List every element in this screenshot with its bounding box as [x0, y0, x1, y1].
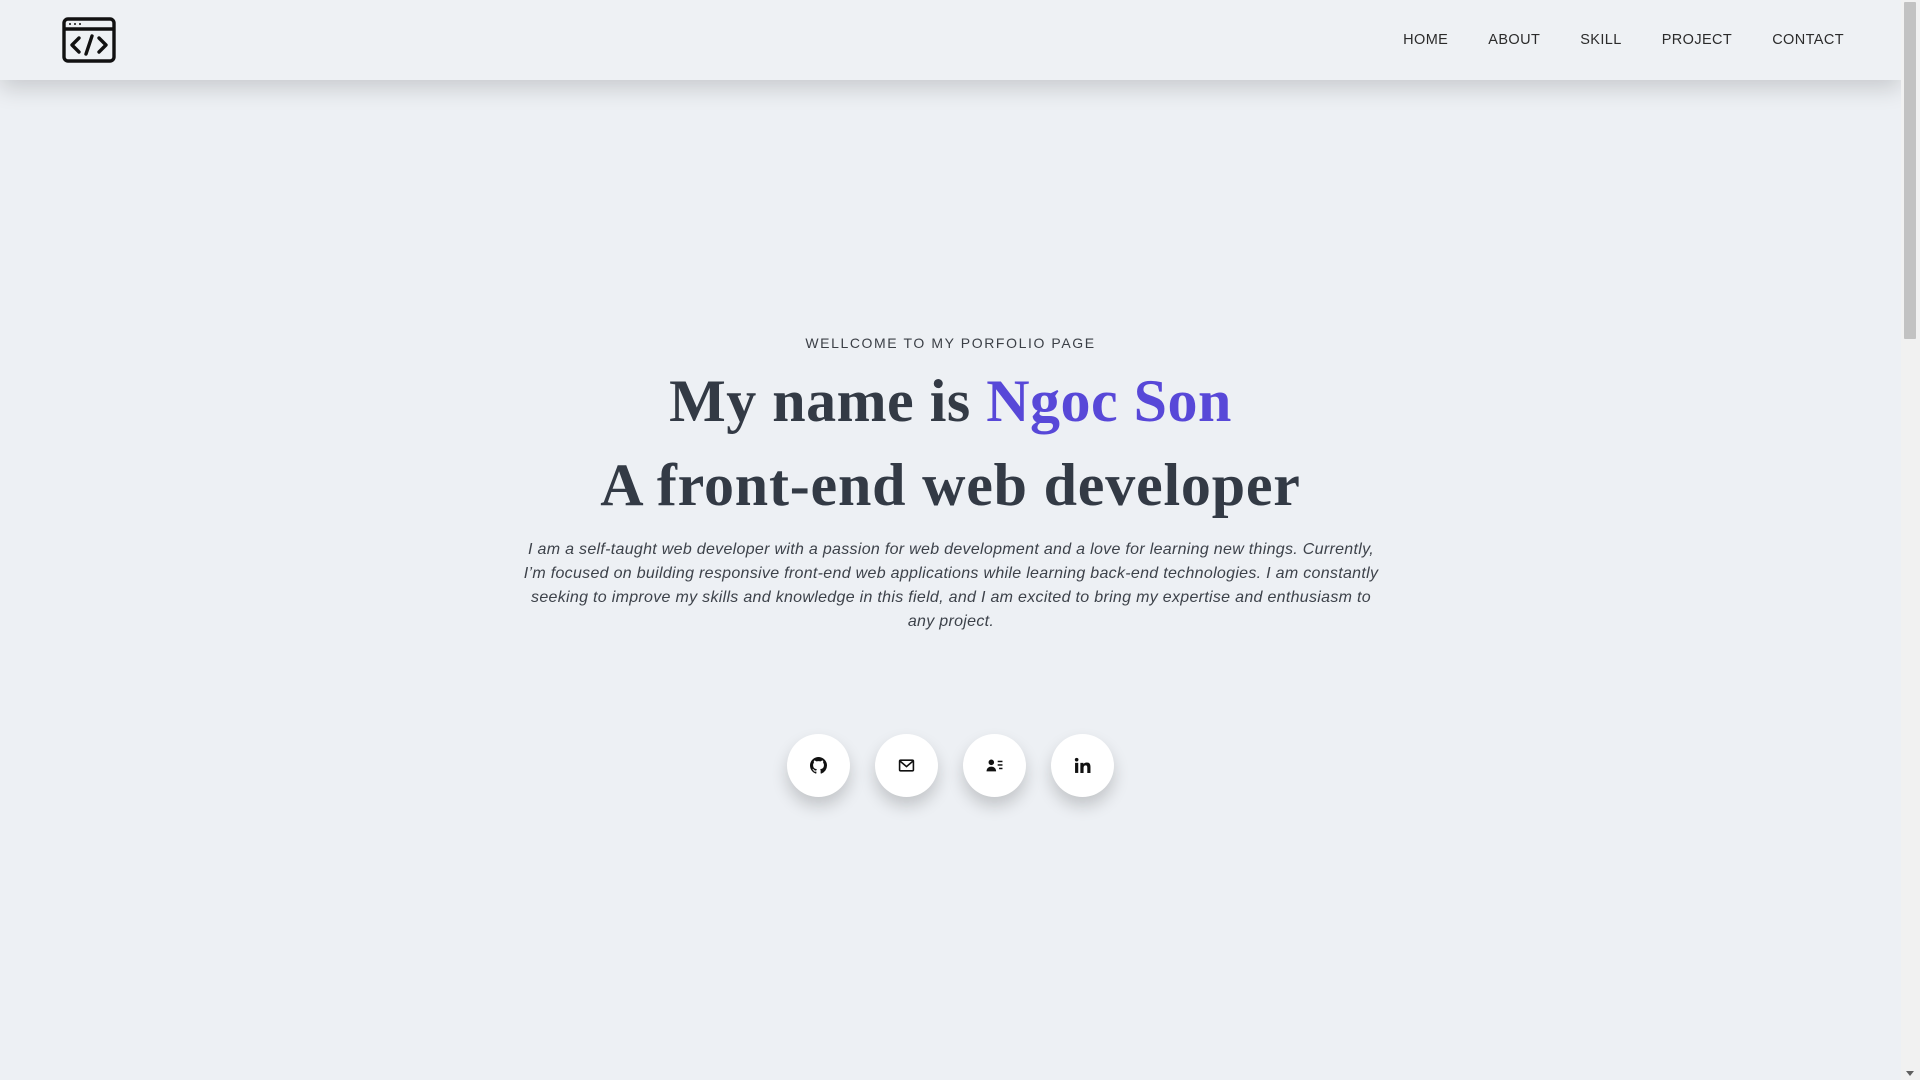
vertical-scrollbar[interactable]	[1901, 0, 1920, 1080]
contact-card-icon	[986, 759, 1003, 772]
name-heading: My name is Ngoc Son	[0, 364, 1901, 438]
page: HOME ABOUT SKILL PROJECT CONTACT WELLCOM…	[0, 0, 1920, 1080]
site-header: HOME ABOUT SKILL PROJECT CONTACT	[0, 0, 1901, 80]
linkedin-button[interactable]	[1051, 734, 1114, 797]
contact-card-button[interactable]	[963, 734, 1026, 797]
mail-icon	[898, 759, 915, 772]
linkedin-icon	[1074, 757, 1091, 773]
role-heading: A front-end web developer	[600, 452, 1301, 518]
name-accent: Ngoc Son	[986, 368, 1232, 434]
nav-project-link[interactable]: PROJECT	[1662, 32, 1732, 48]
name-prefix: My name is	[669, 368, 987, 434]
social-links	[0, 734, 1901, 797]
welcome-text: WELLCOME TO MY PORFOLIO PAGE	[805, 335, 1096, 351]
nav-about-link[interactable]: ABOUT	[1488, 32, 1540, 48]
nav-skill-link[interactable]: SKILL	[1580, 32, 1622, 48]
github-icon	[810, 757, 827, 774]
code-window-icon[interactable]	[62, 17, 116, 63]
main-nav: HOME ABOUT SKILL PROJECT CONTACT	[1363, 0, 1844, 80]
scroll-down-arrow-icon[interactable]	[1906, 1071, 1914, 1076]
scrollbar-thumb[interactable]	[1904, 2, 1916, 339]
github-button[interactable]	[787, 734, 850, 797]
nav-home-link[interactable]: HOME	[1403, 32, 1448, 48]
email-button[interactable]	[875, 734, 938, 797]
intro-paragraph: I am a self-taught web developer with a …	[523, 541, 1379, 630]
nav-contact-link[interactable]: CONTACT	[1772, 32, 1844, 48]
